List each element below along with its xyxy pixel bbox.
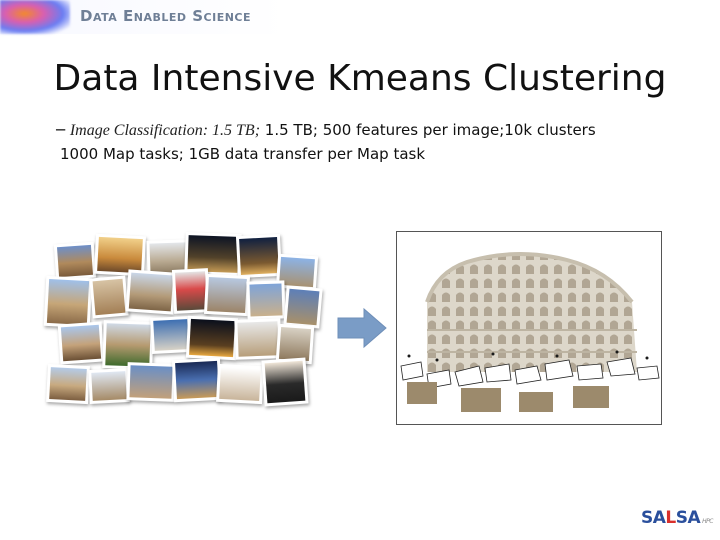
collage-photo <box>46 363 90 405</box>
collage-photo <box>57 321 105 365</box>
banner-decoration <box>0 0 70 34</box>
slide-title: Data Intensive Kmeans Clustering <box>53 58 667 99</box>
collage-photo <box>171 357 223 403</box>
collage-photo <box>246 280 286 320</box>
salsa-logo: SALSA HPC <box>641 508 713 528</box>
3d-reconstruction-of-colosseum <box>396 231 662 425</box>
collage-photo <box>126 362 176 402</box>
collage-photo <box>235 233 283 279</box>
photo-collage-of-colosseum <box>43 225 325 425</box>
header-banner: Data Enabled Science <box>0 0 720 34</box>
logo-part-2: L <box>665 508 676 528</box>
collage-photo <box>43 275 93 329</box>
logo-part-1: SA <box>641 508 666 528</box>
bullet-italic-label: Image Classification: 1.5 TB; <box>69 122 261 139</box>
map-task-info: 1000 Map tasks; 1GB data transfer per Ma… <box>60 145 426 163</box>
bullet-image-classification: ─ Image Classification: 1.5 TB; 1.5 TB; … <box>56 121 596 140</box>
collage-photo <box>216 363 264 405</box>
collage-photo <box>53 241 97 281</box>
logo-part-3: SA <box>675 508 701 528</box>
collage-photo <box>283 285 323 329</box>
collage-photo <box>185 315 239 361</box>
bullet-dash: ─ <box>56 121 66 139</box>
collage-photo <box>203 273 251 317</box>
logo-subtext: HPC <box>702 518 713 525</box>
collage-photo <box>125 269 177 315</box>
banner-title: Data Enabled Science <box>80 7 251 25</box>
collage-photo <box>261 357 309 407</box>
collage-photo <box>89 275 129 319</box>
right-arrow-icon <box>337 307 387 349</box>
colosseum-reconstruction-graphic <box>400 251 660 412</box>
collage-photo <box>234 318 282 360</box>
collage-photo <box>88 367 130 405</box>
bullet-details: 1.5 TB; 500 features per image;10k clust… <box>260 121 596 139</box>
